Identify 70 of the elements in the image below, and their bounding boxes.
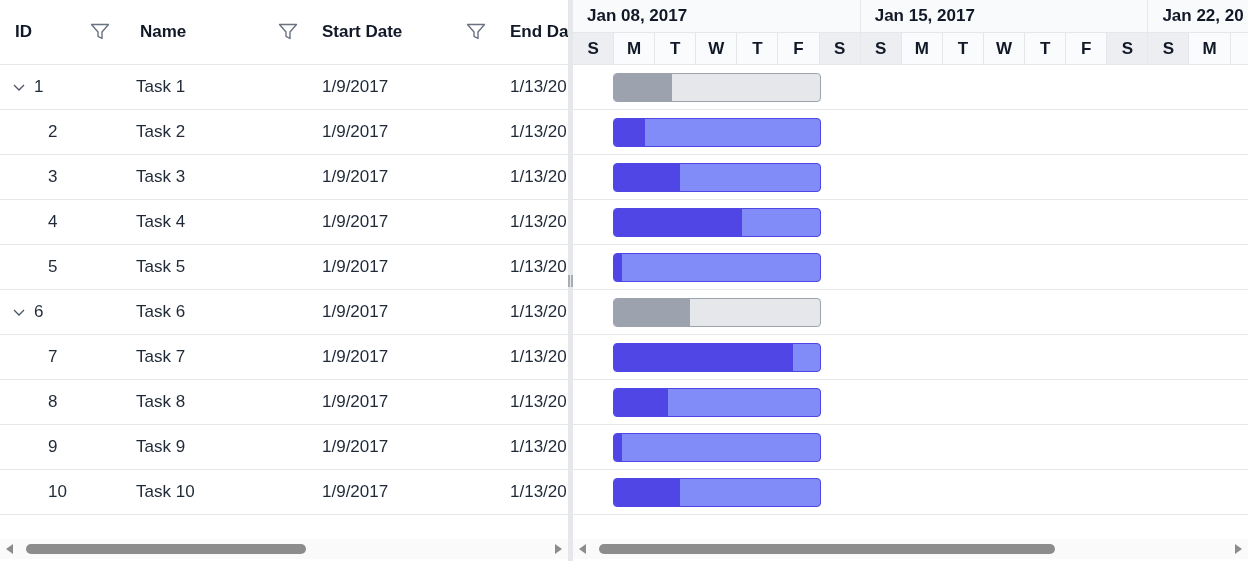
table-cell: 1/13/20 — [510, 392, 567, 412]
task-bar[interactable] — [613, 477, 821, 507]
table-cell: Task 5 — [136, 257, 186, 277]
week-label: Jan 22, 20 — [1162, 6, 1244, 26]
scrollbar-thumb[interactable] — [26, 544, 306, 554]
table-cell: 1/13/20 — [510, 347, 567, 367]
table-cell: 1 — [34, 77, 44, 97]
table-cell: 1/13/20 — [510, 167, 567, 187]
scroll-left-icon[interactable] — [4, 543, 14, 555]
column-header[interactable]: End Da — [510, 22, 568, 42]
filter-icon[interactable] — [278, 23, 298, 41]
table-cell: 9 — [48, 437, 58, 457]
table-cell: 1/13/20 — [510, 437, 567, 457]
table-cell: 1/13/20 — [510, 302, 567, 322]
table-cell: Task 4 — [136, 212, 186, 232]
table-cell: Task 2 — [136, 122, 186, 142]
table-cell: 1/13/20 — [510, 122, 567, 142]
table-cell: Task 9 — [136, 437, 186, 457]
table-cell: 1/9/2017 — [322, 167, 389, 187]
table-cell: 1/9/2017 — [322, 77, 389, 97]
table-cell: 4 — [48, 212, 58, 232]
day-header: S — [573, 33, 615, 64]
table-cell: 5 — [48, 257, 58, 277]
table-cell: 1/9/2017 — [322, 437, 389, 457]
table-cell: 1/9/2017 — [322, 257, 389, 277]
week-label: Jan 08, 2017 — [587, 6, 688, 26]
task-bar[interactable] — [613, 252, 821, 282]
table-cell: Task 3 — [136, 167, 186, 187]
table-cell: 6 — [34, 302, 44, 322]
table-cell: Task 8 — [136, 392, 186, 412]
grip-icon — [568, 274, 573, 287]
scrollbar-thumb[interactable] — [599, 544, 1055, 554]
column-header[interactable]: ID — [15, 22, 32, 42]
table-cell: 1/13/20 — [510, 77, 567, 97]
table-cell: Task 10 — [136, 482, 195, 502]
scroll-right-icon[interactable] — [1234, 543, 1244, 555]
day-header: S — [1148, 33, 1190, 64]
task-bar[interactable] — [613, 117, 821, 147]
filter-icon[interactable] — [90, 23, 110, 41]
table-cell: 2 — [48, 122, 58, 142]
table-cell: Task 6 — [136, 302, 186, 322]
column-header[interactable]: Name — [140, 22, 187, 42]
table-cell: Task 1 — [136, 77, 186, 97]
table-cell: 1/9/2017 — [322, 212, 389, 232]
table-cell: 1/9/2017 — [322, 347, 389, 367]
week-label: Jan 15, 2017 — [874, 6, 975, 26]
day-header: S — [819, 33, 861, 64]
table-cell: 1/13/20 — [510, 212, 567, 232]
day-header: S — [1107, 33, 1149, 64]
task-bar[interactable] — [613, 432, 821, 462]
table-cell: 3 — [48, 167, 58, 187]
table-cell: 7 — [48, 347, 58, 367]
scroll-right-icon[interactable] — [554, 543, 564, 555]
table-cell: 1/9/2017 — [322, 302, 389, 322]
table-cell: Task 7 — [136, 347, 186, 367]
column-header[interactable]: Start Date — [322, 22, 403, 42]
table-cell: 1/9/2017 — [322, 122, 389, 142]
task-bar[interactable] — [613, 207, 821, 237]
table-cell: 1/9/2017 — [322, 482, 389, 502]
table-cell: 1/13/20 — [510, 482, 567, 502]
table-cell: 1/9/2017 — [322, 392, 389, 412]
scroll-left-icon[interactable] — [577, 543, 587, 555]
table-cell: 1/13/20 — [510, 257, 567, 277]
table-cell: 10 — [48, 482, 67, 502]
task-bar[interactable] — [613, 342, 821, 372]
table-cell: 8 — [48, 392, 58, 412]
task-bar[interactable] — [613, 162, 821, 192]
task-bar[interactable] — [613, 387, 821, 417]
filter-icon[interactable] — [466, 23, 486, 41]
day-header: S — [860, 33, 902, 64]
